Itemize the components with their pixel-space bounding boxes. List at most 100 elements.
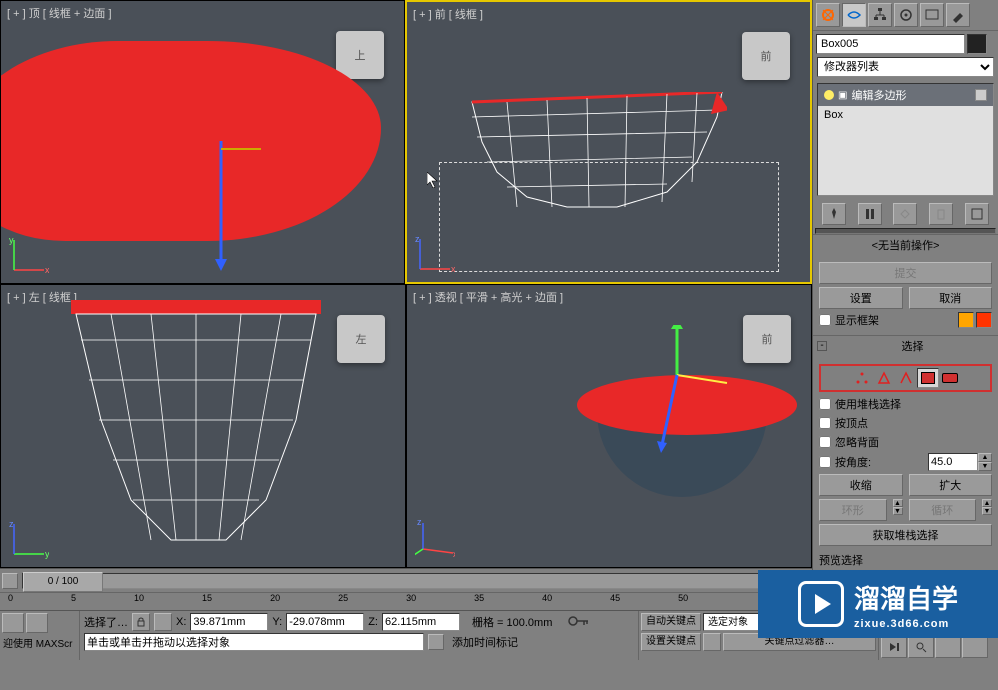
rollout-collapse-icon[interactable]: - [817, 341, 827, 351]
key-mode-icon[interactable] [703, 633, 721, 651]
modifier-list-dropdown[interactable]: 修改器列表 [817, 57, 994, 77]
edge-level-icon[interactable] [873, 368, 895, 388]
element-level-icon[interactable] [939, 368, 961, 388]
maxscript-mini-button[interactable] [2, 613, 24, 633]
modifier-edit-poly-label: 编辑多边形 [851, 87, 906, 103]
remove-modifier-button[interactable] [929, 203, 953, 225]
motion-tab-icon[interactable] [894, 3, 918, 27]
pan-icon[interactable] [962, 636, 988, 658]
border-level-icon[interactable] [895, 368, 917, 388]
commit-button[interactable]: 提交 [819, 262, 992, 284]
lightbulb-icon[interactable] [824, 90, 834, 100]
display-tab-icon[interactable] [920, 3, 944, 27]
modifier-box[interactable]: Box [818, 106, 993, 124]
autokey-button[interactable]: 自动关键点 [641, 613, 701, 631]
viewport-left[interactable]: [ + ] 左 [ 线框 ] 左 y z [0, 284, 406, 568]
ring-button[interactable]: 环形 [819, 499, 887, 521]
grow-button[interactable]: 扩大 [909, 474, 993, 496]
z-coord-field[interactable] [382, 613, 460, 631]
show-cage-checkbox[interactable] [819, 314, 831, 326]
y-coord-field[interactable] [286, 613, 364, 631]
prompt-lock-icon[interactable] [428, 634, 444, 650]
loop-button[interactable]: 循环 [909, 499, 977, 521]
expand-icon[interactable]: ▣ [838, 90, 847, 101]
viewport-top-canvas[interactable] [1, 1, 404, 283]
viewport-left-canvas[interactable] [1, 285, 405, 567]
goto-end-icon[interactable] [881, 636, 907, 658]
cancel-button[interactable]: 取消 [909, 287, 993, 309]
modifier-stack[interactable]: ▣ 编辑多边形 Box [817, 83, 994, 196]
utilities-tab-icon[interactable] [946, 3, 970, 27]
command-panel-tabs [813, 0, 998, 31]
move-gizmo[interactable] [201, 141, 261, 281]
configure-sets-button[interactable] [965, 203, 989, 225]
timeline-prev-button[interactable] [2, 573, 18, 589]
time-slider-thumb[interactable]: 0 / 100 [23, 572, 103, 592]
lock-selection-icon[interactable] [132, 613, 150, 631]
create-tab-icon[interactable] [816, 3, 840, 27]
selection-rollout-label: 选择 [831, 338, 994, 354]
modifier-edit-poly[interactable]: ▣ 编辑多边形 [818, 84, 993, 106]
ring-spinner-down[interactable]: ▼ [893, 507, 903, 515]
by-vertex-checkbox[interactable] [819, 417, 831, 429]
loop-spinner-down[interactable]: ▼ [982, 507, 992, 515]
loop-spinner-up[interactable]: ▲ [982, 499, 992, 507]
selected-count-label: 选择了… [84, 614, 128, 630]
viewport-perspective[interactable]: [ + ] 透视 [ 平滑 + 高光 + 边面 ] 前 [406, 284, 812, 568]
svg-text:y: y [9, 235, 14, 245]
modifier-subobj-icon[interactable] [975, 89, 987, 101]
watermark-title: 溜溜自学 [854, 584, 958, 614]
add-time-tag-label[interactable]: 添加时间标记 [452, 634, 518, 650]
pin-stack-button[interactable] [822, 203, 846, 225]
mesh-left-wire[interactable] [71, 300, 321, 550]
time-slider[interactable]: 0 / 100 [22, 573, 790, 589]
mesh-front-wire[interactable] [467, 92, 727, 212]
zoom-extents-icon[interactable] [935, 636, 961, 658]
mesh-top-face[interactable] [0, 41, 381, 241]
command-panel: 修改器列表 ▣ 编辑多边形 Box <无当前操作> 提交 [812, 0, 998, 610]
zoom-icon[interactable] [908, 636, 934, 658]
watermark-play-icon [798, 581, 844, 627]
polygon-level-icon[interactable] [917, 368, 939, 388]
ring-spinner-up[interactable]: ▲ [893, 499, 903, 507]
viewport-front[interactable]: [ + ] 前 [ 线框 ] 前 [405, 0, 812, 284]
setkey-button[interactable]: 设置关键点 [641, 633, 701, 651]
selection-rollout-header[interactable]: - 选择 [813, 336, 998, 356]
cage-color-2[interactable] [976, 312, 992, 328]
object-name-field[interactable] [816, 34, 965, 54]
modify-tab-icon[interactable] [842, 3, 866, 27]
axis-gizmo-front: x z [415, 234, 455, 274]
prompt-field[interactable] [84, 633, 424, 651]
ignore-backfacing-checkbox[interactable] [819, 436, 831, 448]
show-end-result-button[interactable] [858, 203, 882, 225]
hierarchy-tab-icon[interactable] [868, 3, 892, 27]
viewport-top[interactable]: [ + ] 顶 [ 线框 + 边面 ] 上 x y [0, 0, 405, 284]
isolate-button[interactable] [154, 613, 172, 631]
listener-mini-button[interactable] [26, 613, 48, 633]
viewport-front-canvas[interactable] [407, 2, 810, 282]
timeline[interactable]: 0 / 100 [0, 568, 812, 592]
spinner-up[interactable]: ▲ [978, 453, 992, 462]
move-gizmo-persp[interactable] [657, 325, 737, 495]
x-label: X: [176, 616, 186, 628]
key-icon[interactable] [568, 614, 590, 631]
make-unique-button[interactable] [893, 203, 917, 225]
viewport-perspective-canvas[interactable] [407, 285, 811, 567]
spinner-down[interactable]: ▼ [978, 462, 992, 471]
use-stack-sel-checkbox[interactable] [819, 398, 831, 410]
status-toolbox: 迎使用 MAXScr [0, 611, 80, 660]
get-stack-sel-button[interactable]: 获取堆栈选择 [819, 524, 992, 546]
cage-color-1[interactable] [958, 312, 974, 328]
by-angle-field[interactable] [928, 453, 978, 471]
ignore-backfacing-label: 忽略背面 [835, 434, 879, 450]
shrink-button[interactable]: 收缩 [819, 474, 903, 496]
svg-text:x: x [453, 549, 455, 559]
object-color-swatch[interactable] [967, 34, 987, 54]
mesh-perspective[interactable] [567, 375, 807, 505]
time-ruler: 05101520253035404550 [0, 592, 812, 610]
axis-gizmo-top: x y [9, 235, 49, 275]
by-angle-checkbox[interactable] [819, 456, 831, 468]
settings-button[interactable]: 设置 [819, 287, 903, 309]
vertex-level-icon[interactable] [851, 368, 873, 388]
x-coord-field[interactable] [190, 613, 268, 631]
